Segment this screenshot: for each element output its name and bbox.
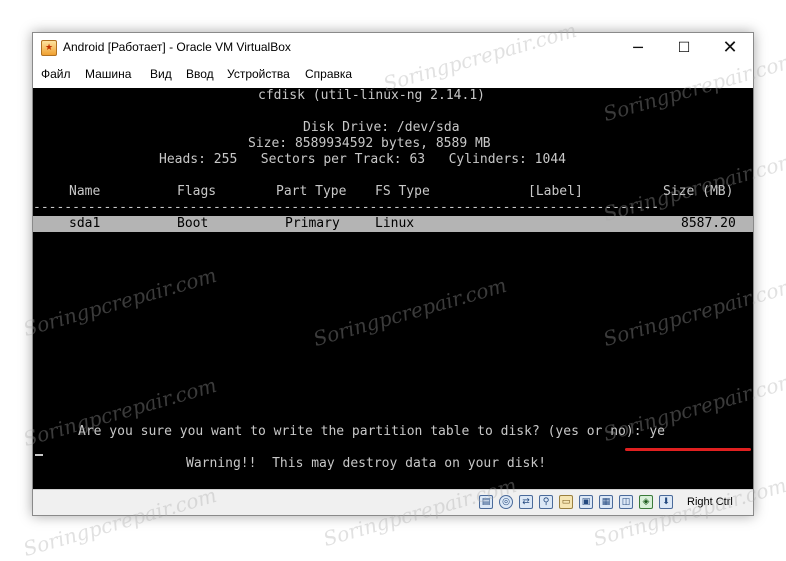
- keyboard-capture-icon[interactable]: ⬇: [659, 495, 673, 509]
- partition-fs-type: Linux: [375, 216, 415, 231]
- warning-message: Warning!! This may destroy data on your …: [186, 456, 547, 471]
- partition-flags: Boot: [177, 216, 209, 231]
- disk-size-line: Size: 8589934592 bytes, 8589 MB: [248, 136, 491, 151]
- col-label: [Label]: [528, 184, 583, 199]
- menu-bar: Файл Машина Вид Ввод Устройства Справка: [33, 63, 753, 87]
- menu-devices[interactable]: Устройства: [227, 67, 290, 81]
- display-icon[interactable]: ▣: [579, 495, 593, 509]
- optical-drive-icon[interactable]: ◎: [499, 495, 513, 509]
- title-bar[interactable]: ★ Android [Работает] - Oracle VM Virtual…: [33, 33, 753, 63]
- col-size: Size (MB): [663, 184, 734, 199]
- menu-file[interactable]: Файл: [41, 67, 71, 81]
- close-button[interactable]: ✕: [707, 33, 753, 63]
- menu-machine[interactable]: Машина: [85, 67, 131, 81]
- terminal-output: cfdisk (util-linux-ng 2.14.1) Disk Drive…: [33, 88, 753, 489]
- maximize-button[interactable]: ☐: [661, 33, 707, 63]
- answer-highlight-underline: [625, 448, 751, 451]
- partition-row-sda1[interactable]: sda1 Boot Primary Linux 8587.20: [33, 216, 753, 232]
- menu-input[interactable]: Ввод: [186, 67, 214, 81]
- table-separator: ----------------------------------------…: [33, 200, 660, 215]
- virtualbox-window: ★ Android [Работает] - Oracle VM Virtual…: [32, 32, 754, 516]
- column-header-row: Name Flags Part Type FS Type [Label] Siz…: [33, 184, 753, 200]
- window-title: Android [Работает] - Oracle VM VirtualBo…: [63, 40, 291, 54]
- menu-view[interactable]: Вид: [150, 67, 172, 81]
- shared-folders-icon[interactable]: ▭: [559, 495, 573, 509]
- disk-geometry-line: Heads: 255 Sectors per Track: 63 Cylinde…: [159, 152, 566, 167]
- menu-help[interactable]: Справка: [305, 67, 352, 81]
- usb-icon[interactable]: ⚲: [539, 495, 553, 509]
- col-name: Name: [69, 184, 101, 199]
- video-capture-icon[interactable]: ▦: [599, 495, 613, 509]
- vm-screen[interactable]: cfdisk (util-linux-ng 2.14.1) Disk Drive…: [33, 88, 753, 489]
- terminal-cursor: [35, 454, 43, 456]
- partition-type: Primary: [285, 216, 340, 231]
- partition-size: 8587.20: [681, 216, 736, 231]
- col-flags: Flags: [177, 184, 217, 199]
- capture-icon[interactable]: ◫: [619, 495, 633, 509]
- host-key-label: Right Ctrl: [687, 496, 733, 508]
- col-part-type: Part Type: [276, 184, 347, 199]
- write-confirm-prompt[interactable]: Are you sure you want to write the parti…: [78, 424, 665, 440]
- disk-drive-line: Disk Drive: /dev/sda: [303, 120, 460, 135]
- status-bar: ▤ ◎ ⇄ ⚲ ▭ ▣ ▦ ◫ ◈ ⬇ Right Ctrl: [33, 489, 753, 515]
- mouse-integration-icon[interactable]: ◈: [639, 495, 653, 509]
- col-fs-type: FS Type: [375, 184, 430, 199]
- hard-disk-icon[interactable]: ▤: [479, 495, 493, 509]
- virtualbox-app-icon: ★: [41, 40, 57, 56]
- network-icon[interactable]: ⇄: [519, 495, 533, 509]
- partition-name: sda1: [69, 216, 101, 231]
- cfdisk-header: cfdisk (util-linux-ng 2.14.1): [258, 88, 485, 103]
- minimize-button[interactable]: ─: [615, 33, 661, 63]
